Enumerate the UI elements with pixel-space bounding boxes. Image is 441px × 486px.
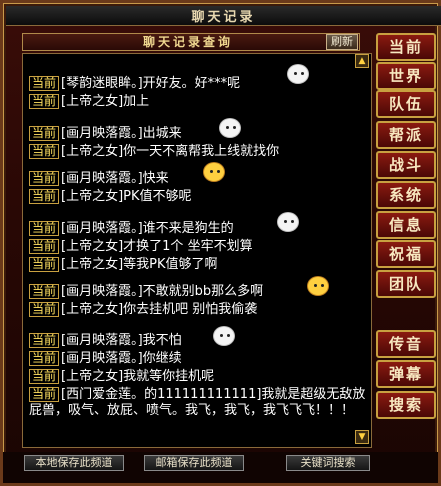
chat-line: 当前 [上帝之女]你一天不离帮我上线就找你 — [29, 144, 279, 160]
chat-message: [画月映落霞。]谁不来是狗生的 — [61, 221, 234, 236]
tab-current[interactable]: 当前 — [376, 33, 436, 61]
chat-message: [画月映落霞。]不敢就别bb那么多啊 — [61, 284, 264, 299]
scroll-up-icon[interactable]: ▲ — [355, 54, 369, 68]
chat-line: 当前 [画月映落霞。]你继续 — [29, 351, 182, 367]
channel-tag: 当前 — [29, 94, 60, 109]
rabbit-emoticon-icon — [219, 118, 241, 138]
channel-tag: 当前 — [29, 333, 60, 348]
keyword-search-button[interactable]: 关键词搜索 — [286, 455, 370, 471]
chat-message: [上帝之女]你去挂机吧 别怕我偷袭 — [61, 302, 258, 317]
mail-save-button[interactable]: 邮箱保存此频道 — [144, 455, 244, 471]
channel-tag: 当前 — [29, 302, 60, 317]
channel-tag: 当前 — [29, 76, 60, 91]
surprised-emoticon-icon — [203, 162, 225, 182]
chat-message: [上帝之女]我就等你挂机呢 — [61, 369, 215, 384]
rabbit-emoticon-icon — [213, 326, 235, 346]
chat-message: [上帝之女]才换了1个 坐牢不划算 — [61, 239, 253, 254]
channel-tag: 当前 — [29, 351, 60, 366]
refresh-button[interactable]: 刷新 — [326, 34, 358, 50]
channel-tag: 当前 — [29, 239, 60, 254]
chat-message: [上帝之女]PK值不够呢 — [61, 189, 192, 204]
chat-line: 当前 [画月映落霞。]我不怕 — [29, 333, 182, 349]
local-save-button[interactable]: 本地保存此频道 — [24, 455, 124, 471]
chat-line: 当前 [画月映落霞。]出城来 — [29, 126, 182, 142]
channel-tag: 当前 — [29, 126, 60, 141]
chat-line: 当前 [画月映落霞。]快来 — [29, 171, 169, 187]
chat-message: [画月映落霞。]你继续 — [61, 351, 182, 366]
chat-message: [画月映落霞。]快来 — [61, 171, 169, 186]
title-bar: 聊天记录 — [6, 6, 441, 26]
tab-bullet[interactable]: 弹幕 — [376, 360, 436, 388]
channel-tag: 当前 — [29, 387, 60, 402]
channel-tag: 当前 — [29, 171, 60, 186]
tab-team[interactable]: 队伍 — [376, 90, 436, 118]
chat-message: [上帝之女]加上 — [61, 94, 150, 109]
tab-blessing[interactable]: 祝福 — [376, 240, 436, 268]
query-title: 聊天记录查询 — [142, 35, 233, 49]
chat-log-panel[interactable]: 当前 [琴韵迷眼眸。]开好友。好***呢 当前 [上帝之女]加上 当前 [画月映落霞。… — [22, 53, 372, 448]
channel-tag: 当前 — [29, 221, 60, 236]
tab-world[interactable]: 世界 — [376, 62, 436, 90]
chat-message: [上帝之女]等我PK值够了啊 — [61, 257, 218, 272]
chat-line: 当前 [上帝之女]加上 — [29, 94, 149, 110]
channel-tag: 当前 — [29, 284, 60, 299]
chat-line: 当前 [上帝之女]你去挂机吧 别怕我偷袭 — [29, 302, 257, 318]
tab-guild[interactable]: 帮派 — [376, 121, 436, 149]
channel-tag: 当前 — [29, 189, 60, 204]
chat-line: 当前 [琴韵迷眼眸。]开好友。好***呢 — [29, 76, 240, 92]
chat-message: [上帝之女]你一天不离帮我上线就找你 — [61, 144, 280, 159]
tab-battle[interactable]: 战斗 — [376, 151, 436, 179]
channel-tag: 当前 — [29, 144, 60, 159]
chat-line: 当前 [上帝之女]才换了1个 坐牢不划算 — [29, 239, 253, 255]
chat-line: 当前 [上帝之女]我就等你挂机呢 — [29, 369, 214, 385]
chat-line: 当前 [画月映落霞。]谁不来是狗生的 — [29, 221, 234, 237]
rabbit-emoticon-icon — [287, 64, 309, 84]
channel-tag: 当前 — [29, 369, 60, 384]
chat-line: 当前 [上帝之女]PK值不够呢 — [29, 189, 192, 205]
chat-message: [琴韵迷眼眸。]开好友。好***呢 — [61, 76, 241, 91]
chat-message: [西门爱金莲。的111111111111]我就是超级无敌放屁兽，吸气、放屁、喷气… — [29, 387, 366, 418]
query-header: 聊天记录查询 — [22, 33, 360, 51]
chat-message: [画月映落霞。]出城来 — [61, 126, 182, 141]
tab-group[interactable]: 团队 — [376, 270, 436, 298]
chat-line: 当前 [画月映落霞。]不敢就别bb那么多啊 — [29, 284, 263, 300]
chat-line: 当前 [上帝之女]等我PK值够了啊 — [29, 257, 218, 273]
tab-system[interactable]: 系统 — [376, 181, 436, 209]
tab-info[interactable]: 信息 — [376, 211, 436, 239]
window-title: 聊天记录 — [191, 10, 256, 25]
scroll-down-icon[interactable]: ▼ — [355, 430, 369, 444]
rabbit-emoticon-icon — [277, 212, 299, 232]
chat-line: 当前 [西门爱金莲。的111111111111]我就是超级无敌放屁兽，吸气、放屁、… — [29, 387, 369, 419]
surprised-emoticon-icon — [307, 276, 329, 296]
tab-search[interactable]: 搜索 — [376, 391, 436, 419]
channel-tag: 当前 — [29, 257, 60, 272]
tab-whisper[interactable]: 传音 — [376, 330, 436, 358]
chat-message: [画月映落霞。]我不怕 — [61, 333, 182, 348]
